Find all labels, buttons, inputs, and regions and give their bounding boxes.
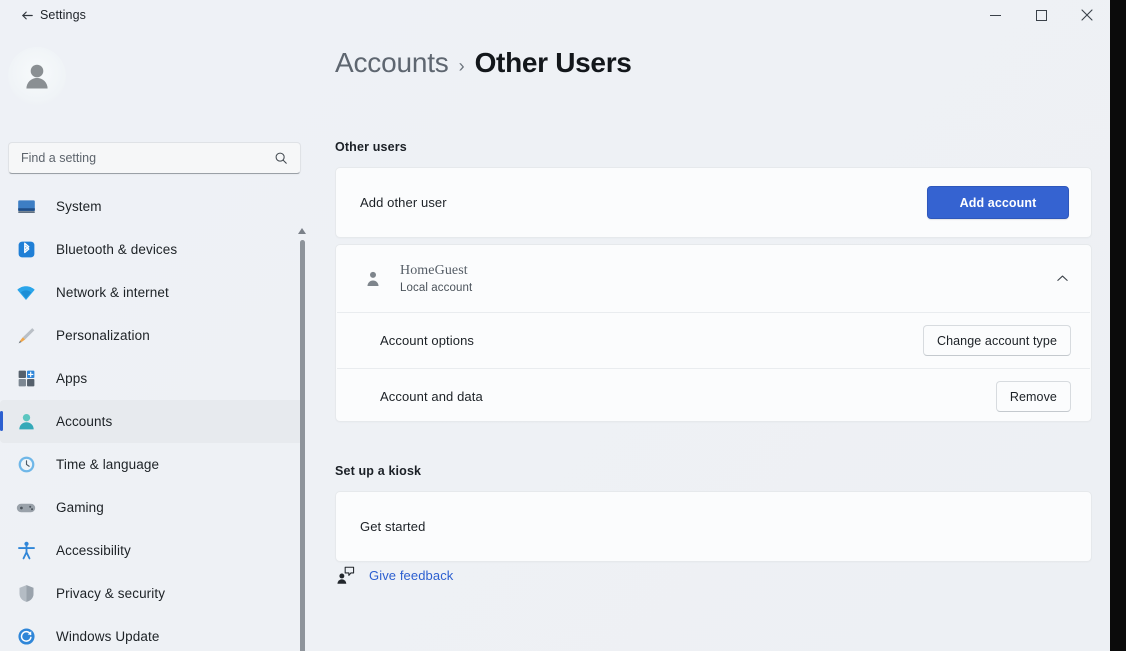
account-options-label: Account options [380, 333, 474, 348]
title-bar: Settings [0, 0, 1110, 30]
sidebar-item-label: Time & language [56, 457, 159, 472]
kiosk-get-started-label: Get started [360, 519, 425, 534]
update-icon [14, 625, 38, 649]
sidebar-item-personalization[interactable]: Personalization [0, 314, 304, 357]
sidebar-item-time-language[interactable]: Time & language [0, 443, 304, 486]
sidebar-item-label: Accounts [56, 414, 112, 429]
shield-icon [14, 582, 38, 606]
sidebar-item-label: Bluetooth & devices [56, 242, 177, 257]
maximize-icon [1036, 10, 1047, 21]
sidebar-item-system[interactable]: System [0, 185, 304, 228]
sidebar-scrollbar-thumb[interactable] [300, 240, 305, 651]
account-avatar-icon [362, 268, 384, 290]
search-icon [274, 151, 288, 165]
add-other-user-label: Add other user [360, 195, 447, 210]
search-input[interactable] [9, 151, 274, 165]
account-and-data-label: Account and data [380, 389, 483, 404]
kiosk-row: Get started [336, 492, 1091, 561]
sidebar-item-bluetooth-devices[interactable]: Bluetooth & devices [0, 228, 304, 271]
close-button[interactable] [1064, 0, 1110, 30]
gamepad-icon [14, 496, 38, 520]
sidebar-scrollbar[interactable] [296, 226, 308, 651]
chevron-up-icon[interactable] [1053, 270, 1071, 288]
main-content: Accounts › Other Users Other users Add o… [310, 30, 1110, 651]
account-subtitle: Local account [400, 282, 1053, 294]
sidebar-item-windows-update[interactable]: Windows Update [0, 615, 304, 651]
minimize-icon [990, 10, 1001, 21]
bluetooth-icon [14, 238, 38, 262]
page-title: Other Users [475, 47, 632, 79]
user-account-card: HomeGuest Local account Account options … [335, 244, 1092, 422]
breadcrumb-separator-icon: › [459, 56, 465, 77]
window-title: Settings [40, 5, 86, 25]
sidebar-item-privacy-security[interactable]: Privacy & security [0, 572, 304, 615]
breadcrumb: Accounts › Other Users [335, 47, 632, 79]
person-icon [14, 410, 38, 434]
section-heading-kiosk: Set up a kiosk [335, 464, 421, 478]
account-identity: HomeGuest Local account [400, 263, 1053, 294]
sidebar-item-label: Privacy & security [56, 586, 165, 601]
sidebar-item-label: Personalization [56, 328, 150, 343]
screen-edge-band [1110, 0, 1126, 651]
add-other-user-card: Add other user Add account [335, 167, 1092, 238]
accessibility-icon [14, 539, 38, 563]
account-expander-header[interactable]: HomeGuest Local account [336, 245, 1091, 312]
sidebar-item-label: System [56, 199, 102, 214]
give-feedback-link[interactable]: Give feedback [335, 565, 453, 585]
feedback-icon [335, 565, 355, 585]
user-avatar-icon [20, 59, 54, 93]
kiosk-card[interactable]: Get started [335, 491, 1092, 562]
sidebar-item-label: Windows Update [56, 629, 159, 644]
account-options-row: Account options Change account type [336, 313, 1091, 368]
close-icon [1081, 9, 1093, 21]
monitor-icon [14, 195, 38, 219]
sidebar-item-accessibility[interactable]: Accessibility [0, 529, 304, 572]
sidebar-item-label: Network & internet [56, 285, 169, 300]
maximize-button[interactable] [1018, 0, 1064, 30]
user-avatar[interactable] [8, 47, 66, 105]
remove-account-button[interactable]: Remove [996, 381, 1071, 412]
account-and-data-row: Account and data Remove [336, 369, 1091, 422]
back-button[interactable] [14, 3, 40, 27]
add-other-user-row: Add other user Add account [336, 168, 1091, 237]
sidebar-item-apps[interactable]: Apps [0, 357, 304, 400]
scroll-up-arrow-icon[interactable] [297, 226, 307, 236]
wifi-icon [14, 281, 38, 305]
sidebar-item-label: Apps [56, 371, 87, 386]
add-account-button[interactable]: Add account [927, 186, 1069, 219]
clock-icon [14, 453, 38, 477]
change-account-type-button[interactable]: Change account type [923, 325, 1071, 356]
sidebar-item-label: Accessibility [56, 543, 131, 558]
account-name: HomeGuest [400, 263, 1053, 279]
sidebar-item-accounts[interactable]: Accounts [0, 400, 304, 443]
sidebar-item-network-internet[interactable]: Network & internet [0, 271, 304, 314]
apps-icon [14, 367, 38, 391]
sidebar-item-gaming[interactable]: Gaming [0, 486, 304, 529]
minimize-button[interactable] [972, 0, 1018, 30]
give-feedback-label: Give feedback [369, 568, 453, 583]
sidebar-item-label: Gaming [56, 500, 104, 515]
back-arrow-icon [20, 8, 35, 23]
search-box[interactable] [8, 142, 301, 174]
brush-icon [14, 324, 38, 348]
section-heading-other-users: Other users [335, 140, 407, 154]
sidebar-nav: System Bluetooth & devices [0, 185, 310, 651]
settings-window: Settings [0, 0, 1110, 651]
window-controls [972, 0, 1110, 30]
sidebar: System Bluetooth & devices [0, 30, 310, 651]
breadcrumb-parent[interactable]: Accounts [335, 47, 449, 79]
